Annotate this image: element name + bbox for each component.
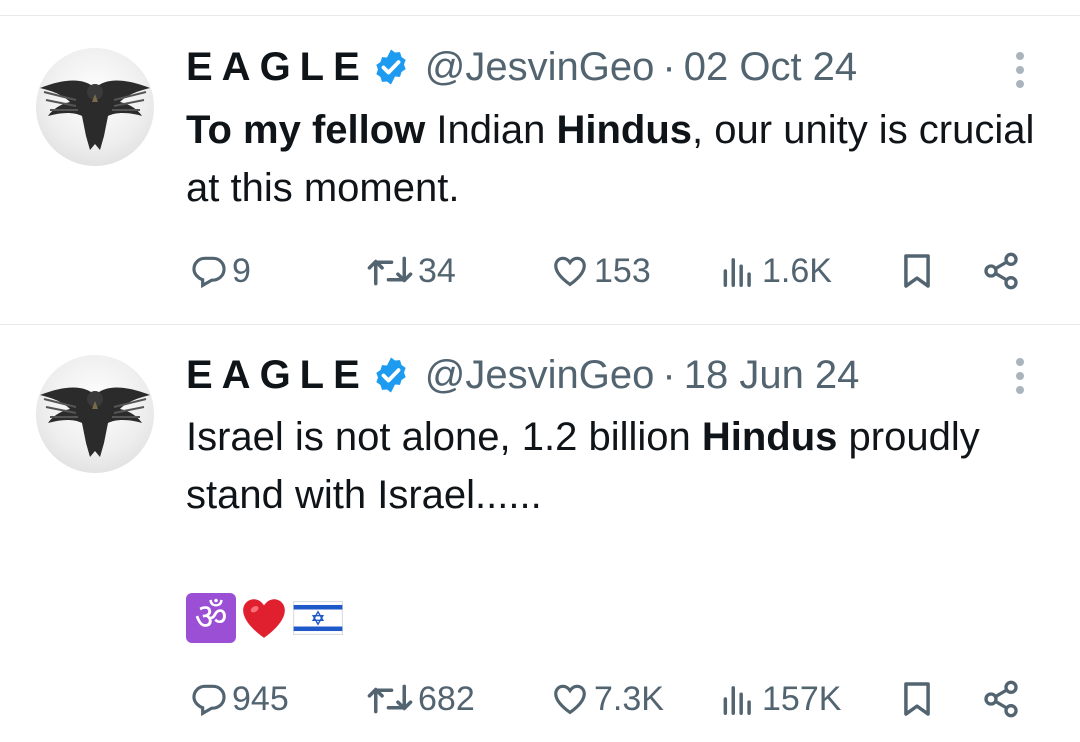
text-part: Indian	[425, 108, 557, 152]
bookmark-icon	[904, 682, 930, 716]
repost-count: 34	[418, 251, 456, 290]
share-button[interactable]	[980, 674, 1022, 724]
top-divider	[0, 15, 1080, 16]
emoji-row: ॐ	[186, 592, 344, 644]
like-icon	[554, 684, 586, 715]
separator-dot: ·	[662, 352, 676, 397]
views-icon	[723, 686, 751, 715]
tweet-date[interactable]: 18 Jun 24	[684, 353, 860, 398]
reply-count: 9	[232, 251, 251, 290]
text-part: To my fellow	[186, 108, 426, 152]
like-count: 7.3K	[594, 679, 664, 718]
tweet-header: EAGLE @JesvinGeo · 18 Jun 24	[186, 351, 859, 399]
tweet-text: To my fellow Indian Hindus, our unity is…	[186, 101, 1046, 217]
eagle-avatar-image	[40, 80, 150, 150]
text-part: Israel is not alone, 1.2 billion	[186, 415, 702, 459]
text-part: Hindus	[556, 108, 693, 152]
eagle-avatar-image	[40, 387, 150, 457]
share-icon	[984, 252, 1018, 290]
reply-button[interactable]: 945	[190, 674, 289, 724]
reply-count: 945	[232, 679, 289, 718]
share-button[interactable]	[980, 246, 1022, 296]
text-part: Hindus	[701, 415, 838, 459]
red-heart-emoji	[243, 599, 285, 638]
israel-flag-emoji	[293, 601, 343, 635]
repost-icon	[367, 256, 413, 286]
like-button[interactable]: 153	[550, 246, 651, 296]
views-button[interactable]: 1.6K	[718, 246, 832, 296]
repost-button[interactable]: 682	[366, 674, 475, 724]
tweet-header: EAGLE @JesvinGeo · 02 Oct 24	[186, 43, 857, 91]
like-icon	[554, 256, 586, 287]
reply-icon	[192, 684, 226, 717]
verified-badge-icon	[376, 49, 406, 85]
tweet-actions: 9 34 153 1.6K	[0, 246, 1080, 296]
more-icon[interactable]	[1012, 52, 1028, 96]
avatar[interactable]	[36, 355, 154, 473]
share-icon	[984, 680, 1018, 718]
tweet-divider	[0, 324, 1080, 325]
like-count: 153	[594, 251, 651, 290]
views-button[interactable]: 157K	[718, 674, 841, 724]
repost-icon	[367, 684, 413, 714]
tweet-date[interactable]: 02 Oct 24	[684, 45, 857, 90]
bookmark-icon	[904, 254, 930, 288]
repost-count: 682	[418, 679, 475, 718]
views-count: 157K	[762, 679, 842, 718]
bookmark-button[interactable]	[898, 674, 936, 724]
views-count: 1.6K	[762, 251, 832, 290]
handle[interactable]: @JesvinGeo	[425, 45, 655, 90]
tweet-text: Israel is not alone, 1.2 billion Hindus …	[186, 408, 1046, 524]
bookmark-button[interactable]	[898, 246, 936, 296]
reply-button[interactable]: 9	[190, 246, 251, 296]
om-symbol-emoji: ॐ	[186, 593, 236, 643]
verified-badge-icon	[376, 357, 406, 393]
handle[interactable]: @JesvinGeo	[425, 353, 655, 398]
reply-icon	[192, 256, 226, 289]
display-name[interactable]: EAGLE	[186, 353, 369, 398]
tweet-actions: 945 682 7.3K 157K	[0, 674, 1080, 724]
views-icon	[723, 258, 751, 287]
more-icon[interactable]	[1012, 358, 1028, 402]
separator-dot: ·	[662, 44, 676, 89]
repost-button[interactable]: 34	[366, 246, 456, 296]
avatar[interactable]	[36, 48, 154, 166]
display-name[interactable]: EAGLE	[186, 45, 369, 90]
like-button[interactable]: 7.3K	[550, 674, 664, 724]
